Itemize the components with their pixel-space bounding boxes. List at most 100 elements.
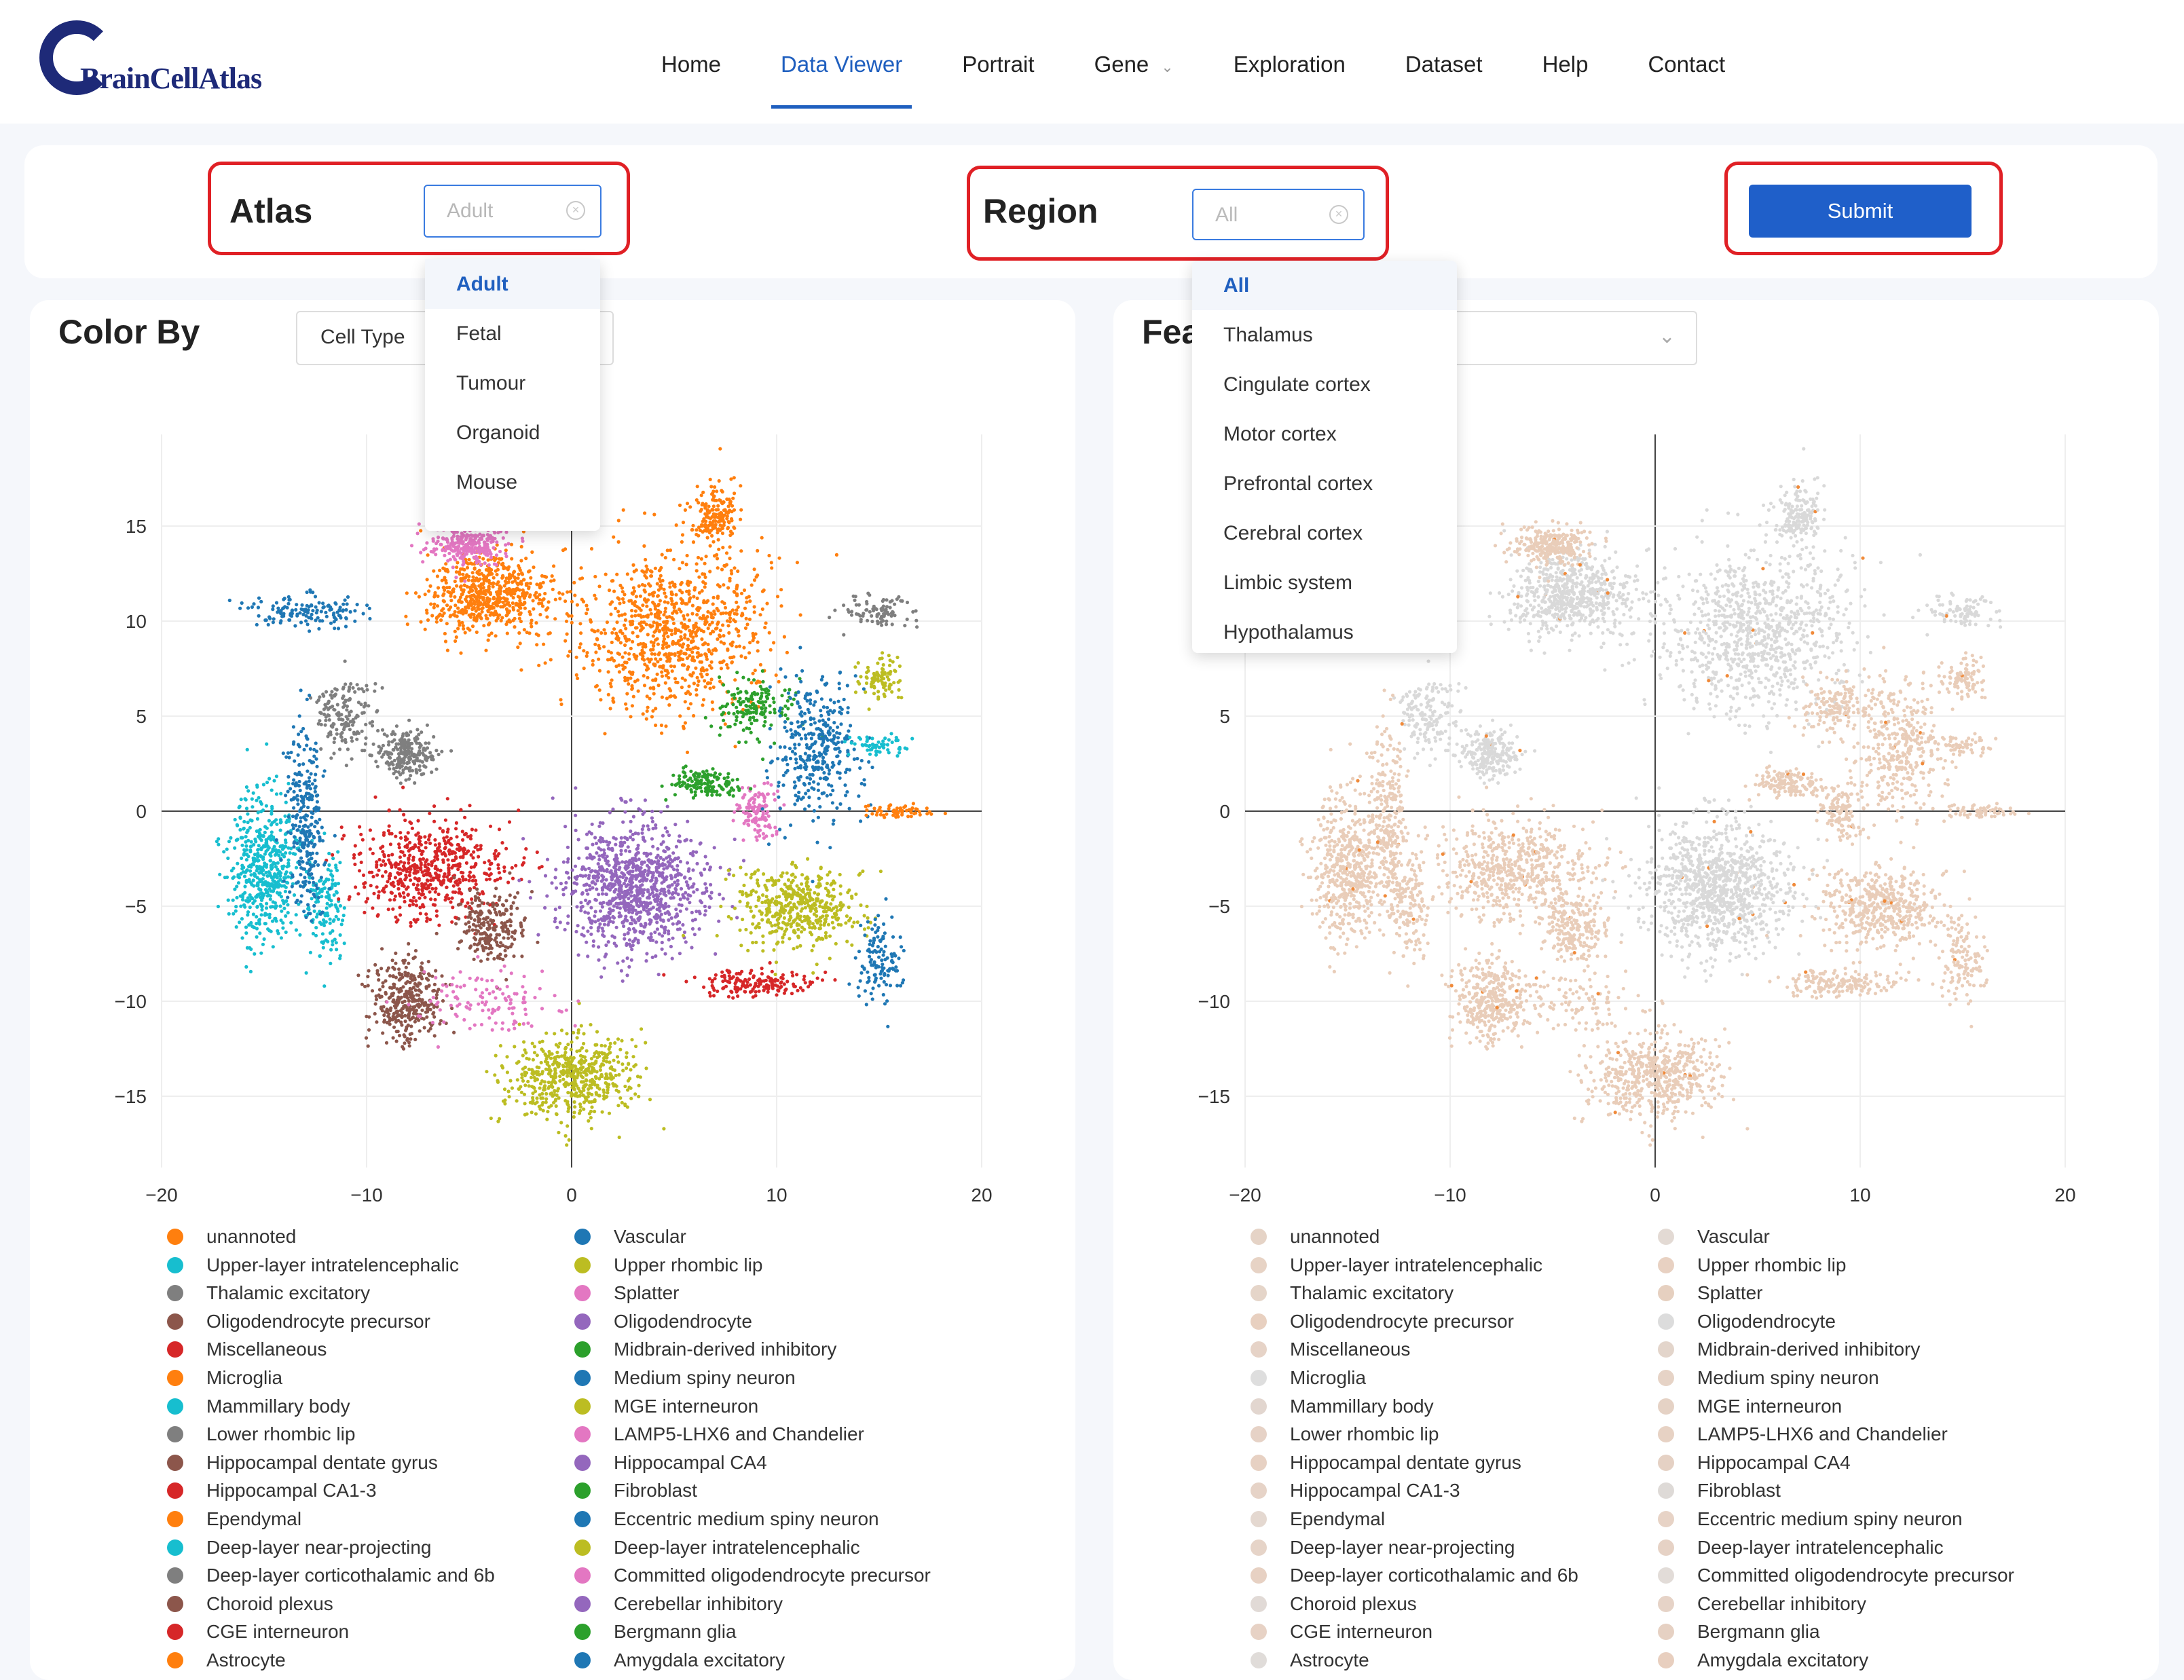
cell-point <box>409 920 413 925</box>
cell-point <box>278 818 282 822</box>
cell-point <box>495 903 499 908</box>
cell-point <box>687 684 691 688</box>
cell-point <box>724 551 729 555</box>
cell-point <box>647 868 651 872</box>
cell-point <box>394 961 398 965</box>
cell-point <box>439 618 443 622</box>
cell-point <box>375 873 380 877</box>
nav-data-viewer[interactable]: Data Viewer <box>751 0 932 109</box>
cell-point <box>441 585 446 589</box>
cell-point <box>458 855 462 859</box>
cell-point <box>652 692 656 696</box>
cell-point <box>692 933 697 937</box>
cell-point <box>399 860 403 864</box>
cell-point <box>758 662 762 667</box>
feature-select[interactable]: ⌄ <box>1432 311 1697 365</box>
cell-point <box>748 641 752 645</box>
cell-point <box>703 685 707 689</box>
cell-point <box>461 878 466 882</box>
cell-point <box>497 871 502 875</box>
cell-point <box>240 843 244 847</box>
cell-point <box>635 889 640 893</box>
cell-point <box>398 906 402 910</box>
cell-point <box>724 984 728 988</box>
cell-point <box>336 850 340 854</box>
cell-point <box>593 914 597 918</box>
cell-point <box>756 679 760 684</box>
cell-point <box>596 862 600 866</box>
cell-point <box>621 820 625 824</box>
cell-point <box>651 906 655 910</box>
nav-gene[interactable]: Gene ⌄ <box>1065 0 1204 109</box>
cell-point <box>572 580 576 584</box>
cell-point <box>621 597 625 601</box>
cell-point <box>665 626 669 631</box>
braincellatlas-logo[interactable]: BrainCellAtlas <box>39 20 284 109</box>
cell-point <box>415 883 420 887</box>
atlas-select[interactable]: Adult × <box>424 185 601 238</box>
cell-point <box>619 848 623 853</box>
cell-point <box>767 553 771 558</box>
cell-point <box>514 589 518 593</box>
cell-point <box>686 897 690 901</box>
cell-point <box>468 888 472 893</box>
cell-point <box>390 891 394 895</box>
cell-point <box>592 855 596 859</box>
cell-point <box>451 565 455 570</box>
cell-point <box>663 681 667 685</box>
cell-point <box>513 895 517 899</box>
cell-point <box>443 842 448 846</box>
cell-point <box>274 774 278 779</box>
cell-point <box>639 884 643 888</box>
cell-point <box>656 594 661 598</box>
nav-contact[interactable]: Contact <box>1618 0 1755 109</box>
cell-point <box>281 921 285 925</box>
cell-point <box>259 802 263 806</box>
cell-point <box>445 603 449 608</box>
cell-point <box>282 876 286 880</box>
submit-button[interactable]: Submit <box>1749 185 1972 238</box>
region-select[interactable]: All × <box>1192 189 1365 240</box>
cell-point <box>606 692 610 696</box>
umap-celltype-plot[interactable]: −20 −10 0 10 20151050−5−10−15 <box>68 421 1032 1222</box>
cell-point <box>420 892 424 896</box>
nav-help[interactable]: Help <box>1513 0 1618 109</box>
nav-home[interactable]: Home <box>631 0 751 109</box>
cell-point <box>704 502 708 506</box>
cell-point <box>505 631 509 635</box>
cell-point <box>752 567 756 572</box>
cell-point <box>447 608 451 612</box>
cell-point <box>735 592 739 596</box>
cell-point <box>602 966 606 970</box>
clear-icon[interactable]: × <box>566 201 585 220</box>
cell-point <box>264 838 268 842</box>
cell-point <box>735 990 739 994</box>
cell-point <box>725 619 730 623</box>
nav-portrait[interactable]: Portrait <box>932 0 1064 109</box>
nav-dataset[interactable]: Dataset <box>1375 0 1513 109</box>
cell-point <box>432 595 437 599</box>
cell-point <box>328 917 332 921</box>
clear-icon[interactable]: × <box>1329 205 1348 224</box>
cell-point <box>468 870 473 874</box>
cell-point <box>743 626 748 630</box>
cell-point <box>267 819 271 823</box>
cell-point <box>284 800 288 804</box>
cell-point <box>411 986 416 990</box>
nav-exploration[interactable]: Exploration <box>1204 0 1375 109</box>
cell-point <box>532 607 536 611</box>
cell-point <box>382 1020 386 1024</box>
cell-point <box>631 586 636 590</box>
cell-point <box>651 600 655 604</box>
cell-point <box>624 702 628 706</box>
cell-point <box>686 707 690 711</box>
cell-point <box>648 686 652 690</box>
cell-point <box>675 882 680 886</box>
cell-point <box>473 556 477 560</box>
cell-point <box>644 905 649 910</box>
cell-point <box>605 855 609 859</box>
cell-point <box>729 569 733 573</box>
cell-point <box>475 948 479 952</box>
cell-point <box>662 634 666 638</box>
cell-point <box>448 614 452 618</box>
